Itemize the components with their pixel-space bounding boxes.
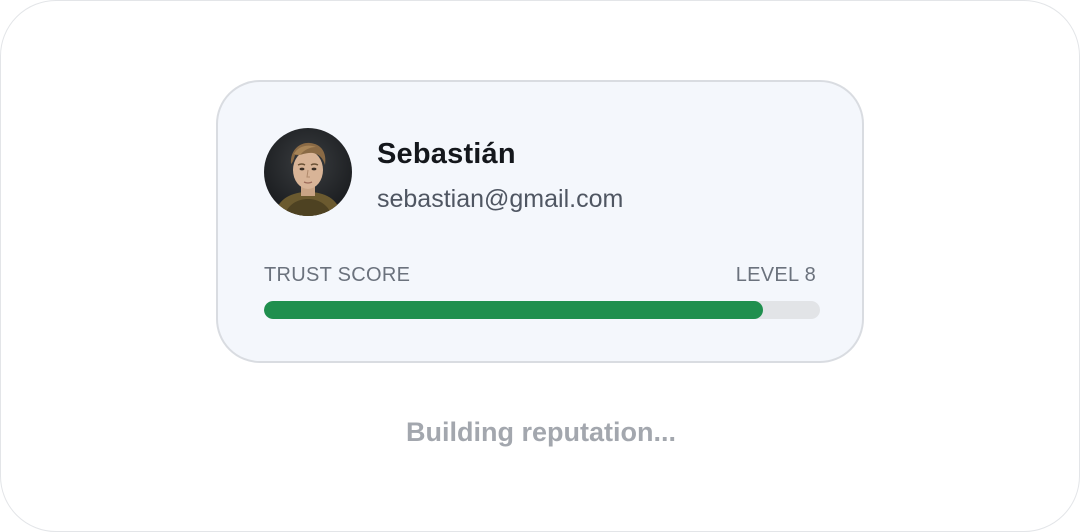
trust-score-label: TRUST SCORE <box>264 264 411 286</box>
trust-progress-bar <box>264 301 820 319</box>
status-text: Building reputation... <box>406 417 676 447</box>
profile-name: Sebastián <box>377 138 516 170</box>
avatar <box>264 128 352 216</box>
profile-card: Sebastián sebastian@gmail.com TRUST SCOR… <box>216 80 864 363</box>
app-frame: Sebastián sebastian@gmail.com TRUST SCOR… <box>0 0 1080 532</box>
avatar-portrait-icon <box>264 128 352 216</box>
trust-level-label: LEVEL 8 <box>735 264 816 286</box>
profile-email: sebastian@gmail.com <box>377 185 624 213</box>
trust-progress-fill <box>264 301 763 319</box>
